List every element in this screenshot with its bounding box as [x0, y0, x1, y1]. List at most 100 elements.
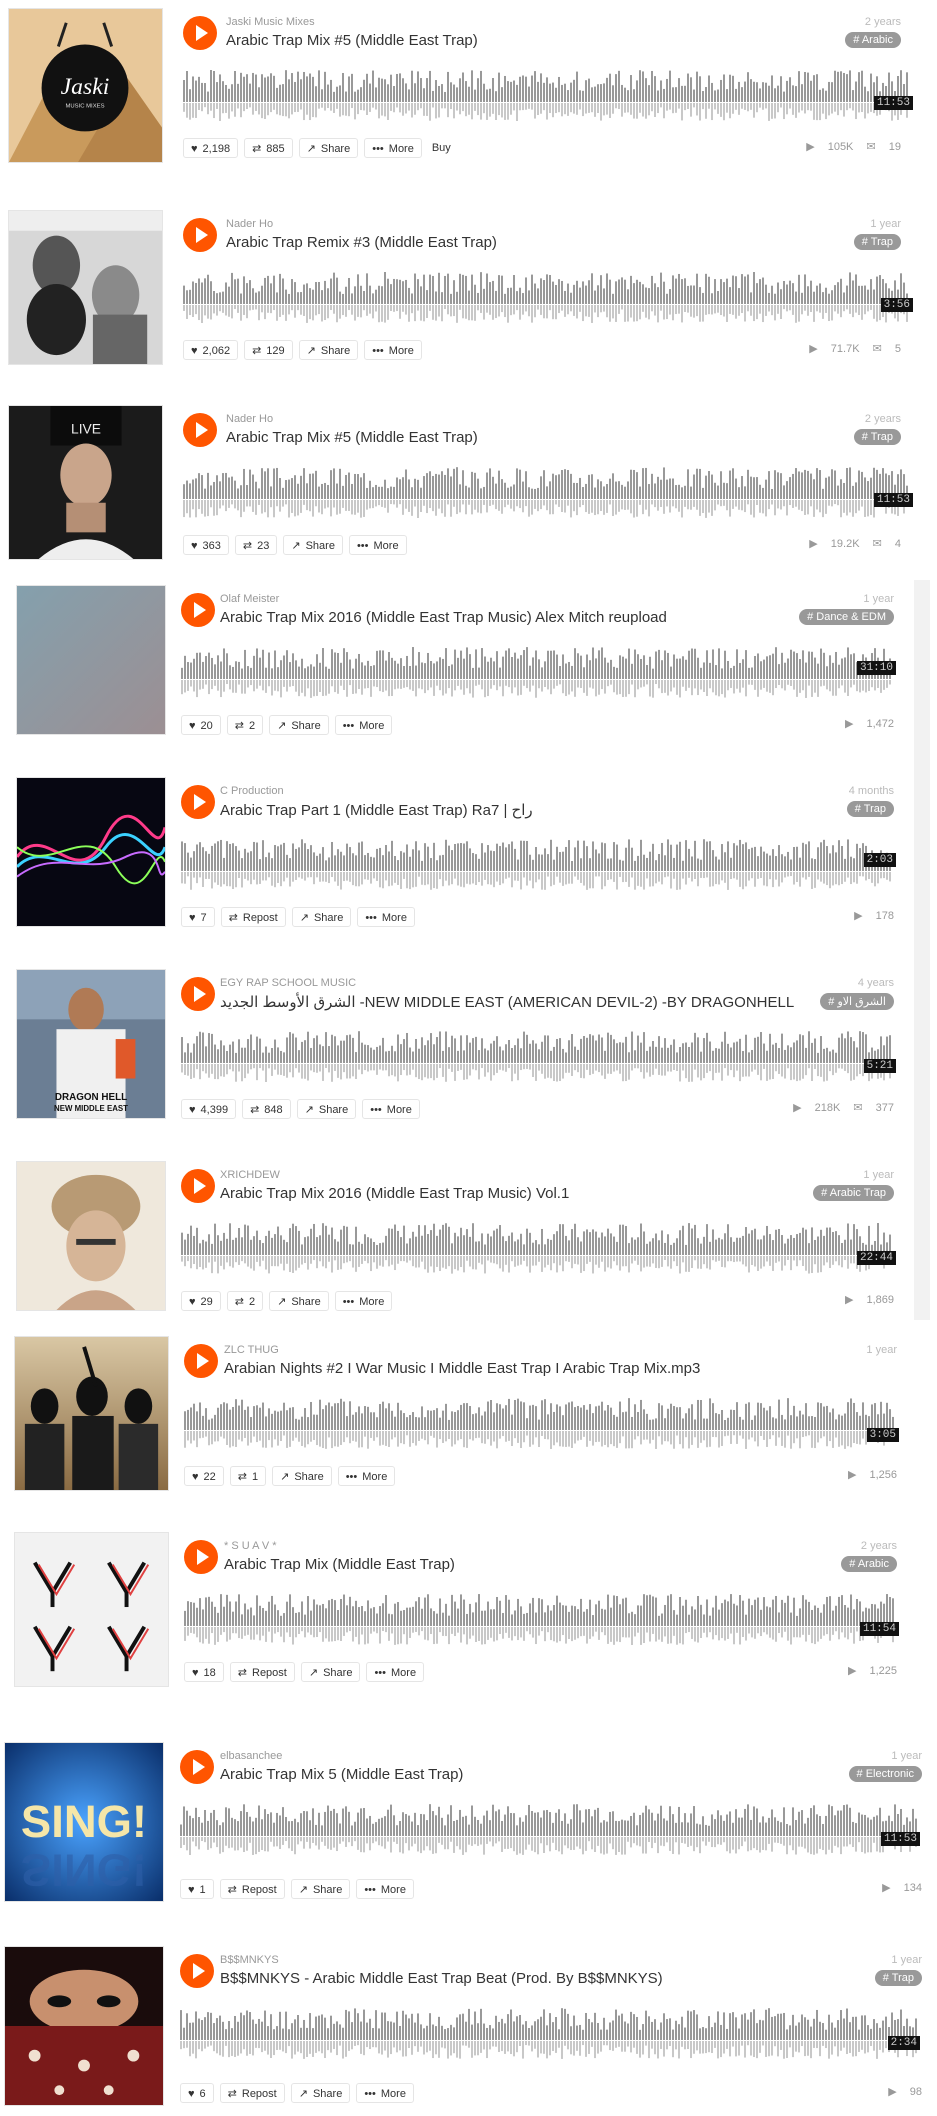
repost-button[interactable]: ⇄ Repost	[229, 1662, 295, 1682]
comment-count[interactable]: ✉ 19	[866, 141, 901, 153]
play-button[interactable]	[181, 977, 215, 1011]
repost-button[interactable]: ⇄ 848	[242, 1099, 291, 1119]
genre-tag[interactable]: Trap	[874, 1970, 922, 1986]
like-button[interactable]: ♥ 18	[184, 1662, 224, 1682]
like-button[interactable]: ♥ 22	[184, 1466, 224, 1486]
play-button[interactable]	[183, 413, 217, 447]
waveform[interactable]: 3:56	[183, 266, 913, 326]
more-button[interactable]: ••• More	[356, 2083, 414, 2103]
waveform[interactable]: 31:10	[181, 641, 896, 701]
artwork-bssmnkys[interactable]	[4, 1946, 164, 2106]
track-title[interactable]: Arabic Trap Mix 2016 (Middle East Trap M…	[220, 1185, 569, 1202]
more-button[interactable]: ••• More	[348, 535, 407, 555]
genre-tag[interactable]: Arabic Trap	[813, 1185, 894, 1201]
play-button[interactable]	[181, 593, 215, 627]
artwork-nader-ho-mix[interactable]: LIVE	[8, 405, 163, 560]
waveform[interactable]: 11:53	[183, 461, 913, 521]
play-button[interactable]	[181, 1169, 215, 1203]
track-title[interactable]: الشرق الأوسط الجديد -NEW MIDDLE EAST (AM…	[220, 993, 794, 1011]
track-title[interactable]: Arabic Trap Mix #5 (Middle East Trap)	[226, 32, 478, 49]
share-button[interactable]: ↗ Share	[283, 535, 343, 555]
play-button[interactable]	[184, 1540, 218, 1574]
track-title[interactable]: Arabic Trap Part 1 (Middle East Trap) Ra…	[220, 801, 533, 819]
track-user[interactable]: Jaski Music Mixes	[226, 16, 315, 28]
more-button[interactable]: ••• More	[334, 1291, 393, 1311]
like-button[interactable]: ♥ 4,399	[181, 1099, 237, 1119]
track-user[interactable]: Nader Ho	[226, 218, 273, 230]
share-button[interactable]: ↗ Share	[296, 1099, 357, 1119]
artwork-suav[interactable]	[14, 1532, 169, 1687]
play-button[interactable]	[181, 785, 215, 819]
waveform[interactable]: 11:53	[183, 64, 913, 124]
track-user[interactable]: Olaf Meister	[220, 593, 279, 605]
track-user[interactable]: ZLC THUG	[224, 1344, 279, 1356]
comment-count[interactable]: ✉ 377	[853, 1102, 894, 1114]
genre-tag[interactable]: Trap	[853, 429, 901, 445]
artwork-c-production[interactable]	[16, 777, 166, 927]
play-button[interactable]	[183, 218, 217, 252]
track-title[interactable]: Arabic Trap Mix #5 (Middle East Trap)	[226, 429, 478, 446]
track-title[interactable]: Arabic Trap Remix #3 (Middle East Trap)	[226, 234, 497, 251]
like-button[interactable]: ♥ 363	[183, 535, 229, 555]
repost-button[interactable]: ⇄ 23	[234, 535, 278, 555]
genre-tag[interactable]: Trap	[853, 234, 901, 250]
waveform[interactable]: 11:53	[180, 1798, 920, 1858]
track-user[interactable]: * S U A V *	[224, 1540, 277, 1552]
artwork-elbasanchee[interactable]: SING! SING!	[4, 1742, 164, 1902]
play-button[interactable]	[180, 1750, 214, 1784]
repost-button[interactable]: ⇄ 2	[226, 715, 264, 735]
track-title[interactable]: Arabic Trap Mix (Middle East Trap)	[224, 1556, 455, 1573]
genre-tag[interactable]: Dance & EDM	[799, 609, 894, 625]
waveform[interactable]: 5:21	[181, 1025, 896, 1085]
track-user[interactable]: B$$MNKYS	[220, 1954, 279, 1966]
buy-link[interactable]: Buy	[428, 138, 455, 158]
share-button[interactable]: ↗ Share	[300, 1662, 361, 1682]
artwork-zlc-thug[interactable]	[14, 1336, 169, 1491]
like-button[interactable]: ♥ 2,198	[183, 138, 239, 158]
repost-button[interactable]: ⇄ Repost	[220, 907, 286, 927]
track-title[interactable]: B$$MNKYS - Arabic Middle East Trap Beat …	[220, 1970, 663, 1987]
track-user[interactable]: EGY RAP SCHOOL MUSIC	[220, 977, 356, 989]
more-button[interactable]: ••• More	[337, 1466, 396, 1486]
track-user[interactable]: Nader Ho	[226, 413, 273, 425]
repost-button[interactable]: ⇄ 1	[229, 1466, 267, 1486]
comment-count[interactable]: ✉ 4	[873, 538, 901, 550]
like-button[interactable]: ♥ 6	[180, 2083, 214, 2103]
genre-tag[interactable]: Electronic	[848, 1766, 922, 1782]
share-button[interactable]: ↗ Share	[298, 138, 359, 158]
share-button[interactable]: ↗ Share	[272, 1466, 332, 1486]
repost-button[interactable]: ⇄ Repost	[219, 1879, 285, 1899]
artwork-egy-rap-school[interactable]: DRAGON HELL NEW MIDDLE EAST	[16, 969, 166, 1119]
track-user[interactable]: XRICHDEW	[220, 1169, 280, 1181]
more-button[interactable]: ••• More	[364, 138, 422, 158]
track-title[interactable]: Arabic Trap Mix 2016 (Middle East Trap M…	[220, 609, 667, 626]
track-user[interactable]: C Production	[220, 785, 284, 797]
more-button[interactable]: ••• More	[362, 1099, 420, 1119]
track-user[interactable]: elbasanchee	[220, 1750, 282, 1762]
artwork-nader-ho-remix[interactable]	[8, 210, 163, 365]
track-title[interactable]: Arabic Trap Mix 5 (Middle East Trap)	[220, 1766, 463, 1783]
share-button[interactable]: ↗ Share	[290, 1879, 351, 1899]
like-button[interactable]: ♥ 2,062	[183, 340, 239, 360]
play-button[interactable]	[184, 1344, 218, 1378]
waveform[interactable]: 2:34	[180, 2002, 920, 2062]
play-button[interactable]	[180, 1954, 214, 1988]
repost-button[interactable]: ⇄ 2	[226, 1291, 264, 1311]
genre-tag[interactable]: الشرق الاو	[820, 993, 894, 1010]
more-button[interactable]: ••• More	[334, 715, 393, 735]
like-button[interactable]: ♥ 20	[181, 715, 221, 735]
more-button[interactable]: ••• More	[364, 340, 422, 360]
scrollbar[interactable]	[914, 580, 930, 1320]
waveform[interactable]: 2:03	[181, 833, 896, 893]
share-button[interactable]: ↗ Share	[269, 715, 329, 735]
comment-count[interactable]: ✉ 5	[873, 343, 901, 355]
genre-tag[interactable]: Trap	[846, 801, 894, 817]
like-button[interactable]: ♥ 29	[181, 1291, 221, 1311]
like-button[interactable]: ♥ 7	[181, 907, 215, 927]
waveform[interactable]: 22:44	[181, 1217, 896, 1277]
track-title[interactable]: Arabian Nights #2 I War Music I Middle E…	[224, 1360, 700, 1377]
repost-button[interactable]: ⇄ 885	[244, 138, 293, 158]
repost-button[interactable]: ⇄ 129	[244, 340, 293, 360]
artwork-jaski[interactable]: Jaski MUSIC MIXES	[8, 8, 163, 163]
artwork-xrichdew[interactable]	[16, 1161, 166, 1311]
